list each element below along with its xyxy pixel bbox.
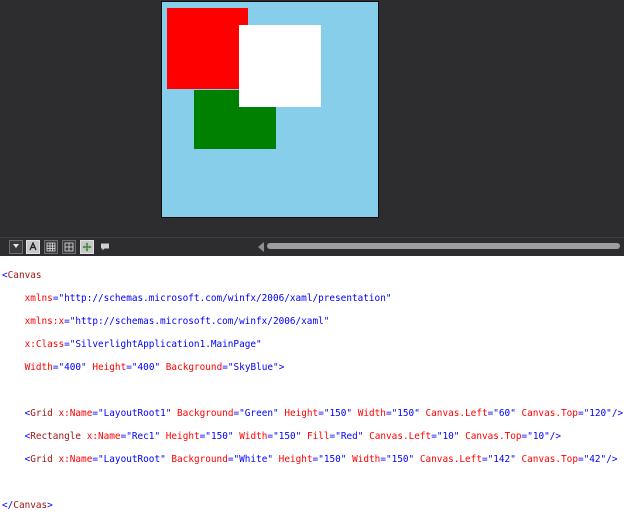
attr-name: Canvas.Top [521, 453, 578, 465]
code-line-canvas-open: <Canvas [2, 270, 622, 282]
chevron-down-icon [13, 244, 19, 248]
attr-value: "150" [318, 453, 347, 465]
attr-value: "120" [583, 407, 612, 419]
attr-name: Canvas.Left [425, 407, 488, 419]
bracket: </ [2, 499, 14, 511]
canvas-artboard[interactable] [161, 1, 379, 218]
attr-name: Canvas.Left [369, 430, 432, 442]
tag-name: Grid [30, 407, 53, 419]
attr-value: "142" [487, 453, 516, 465]
code-line-rectangle-rec1: <Rectangle x:Name="Rec1" Height="150" Wi… [24, 430, 562, 442]
code-line-xmlns: xmlns="http://schemas.microsoft.com/winf… [24, 292, 392, 304]
tag-name: Canvas [13, 499, 48, 511]
code-line-canvas-size: Width="400" Height="400" Background="Sky… [24, 361, 285, 373]
attr-value: "150" [385, 453, 415, 465]
attr-value: "10" [527, 430, 550, 442]
bracket: /> [549, 430, 562, 442]
attr-name: Canvas.Top [465, 430, 522, 442]
attr-name: Background [177, 407, 234, 419]
designer-toolbar [0, 237, 624, 256]
attr-value: "LayoutRoot" [98, 453, 166, 465]
attr-name: Background [165, 361, 223, 373]
attr-name: x:Name [86, 430, 121, 442]
bracket: > [278, 361, 285, 373]
attr-value: "http://schemas.microsoft.com/winfx/2006… [58, 292, 392, 304]
attr-name: Height [165, 430, 200, 442]
attr-value: "Rec1" [126, 430, 161, 442]
attr-value: "60" [493, 407, 516, 419]
code-line-xmlns-x: xmlns:x="http://schemas.microsoft.com/wi… [24, 315, 330, 327]
tag-name: Canvas [7, 269, 42, 281]
split-grid-icon [64, 242, 74, 252]
move-tool-button[interactable] [80, 240, 94, 254]
attr-name: Canvas.Left [419, 453, 482, 465]
attr-name: Width [24, 361, 53, 373]
horizontal-scrollbar[interactable] [267, 243, 620, 249]
attr-name: x:Name [58, 453, 93, 465]
snap-to-grid-button[interactable] [62, 240, 76, 254]
attr-value: "150" [391, 407, 420, 419]
snapping-icon [29, 242, 37, 251]
attr-value: "10" [436, 430, 460, 442]
attr-value: "SilverlightApplication1.MainPage" [69, 338, 262, 350]
grid-icon [46, 242, 56, 252]
design-surface[interactable] [0, 0, 624, 237]
attr-value: "400" [131, 361, 161, 373]
attr-value: "42" [583, 453, 607, 465]
attr-value: "150" [205, 430, 234, 442]
bracket: /> [606, 453, 618, 465]
attr-value: "SkyBlue" [227, 361, 279, 373]
annotation-button[interactable] [98, 240, 112, 254]
attr-name: Fill [306, 430, 330, 442]
show-grid-button[interactable] [44, 240, 58, 254]
snapping-toggle-button[interactable] [26, 240, 40, 254]
code-line-grid-layoutroot: <Grid x:Name="LayoutRoot" Background="Wh… [24, 453, 618, 465]
comment-icon [101, 243, 109, 251]
attr-name: xmlns:x [24, 315, 65, 327]
scroll-left-arrow-icon[interactable] [258, 242, 264, 252]
attr-name: Width [239, 430, 268, 442]
bracket: /> [611, 407, 624, 419]
tag-name: Grid [30, 453, 53, 465]
attr-name: Width [352, 453, 381, 465]
move-tool-icon [82, 242, 92, 252]
rectangle-rec1[interactable] [167, 8, 248, 89]
attr-name: Canvas.Top [521, 407, 578, 419]
grid-layoutroot[interactable] [239, 25, 321, 107]
attr-value: "150" [273, 430, 302, 442]
attr-name: Width [357, 407, 386, 419]
attr-value: "Red" [335, 430, 364, 442]
tag-name: Rectangle [30, 430, 82, 442]
attr-value: "http://schemas.microsoft.com/winfx/2006… [69, 315, 330, 327]
attr-name: Background [171, 453, 228, 465]
zoom-dropdown-button[interactable] [9, 240, 23, 254]
code-line-x-class: x:Class="SilverlightApplication1.MainPag… [24, 338, 262, 350]
attr-name: Height [278, 453, 313, 465]
attr-name: xmlns [24, 292, 53, 304]
attr-name: x:Class [24, 338, 65, 350]
attr-value: "150" [323, 407, 353, 419]
attr-name: x:Name [58, 407, 93, 419]
attr-name: Height [92, 361, 127, 373]
attr-value: "White" [233, 453, 274, 465]
bracket: > [47, 499, 53, 511]
attr-name: Height [284, 407, 319, 419]
code-line-canvas-close: </Canvas> [2, 500, 622, 512]
attr-value: "400" [58, 361, 87, 373]
code-line-grid-layoutroot1: <Grid x:Name="LayoutRoot1" Background="G… [24, 407, 624, 419]
attr-value: "Green" [239, 407, 279, 419]
attr-value: "LayoutRoot1" [98, 407, 172, 419]
xaml-editor[interactable]: <Canvas xmlns="http://schemas.microsoft.… [2, 258, 624, 523]
